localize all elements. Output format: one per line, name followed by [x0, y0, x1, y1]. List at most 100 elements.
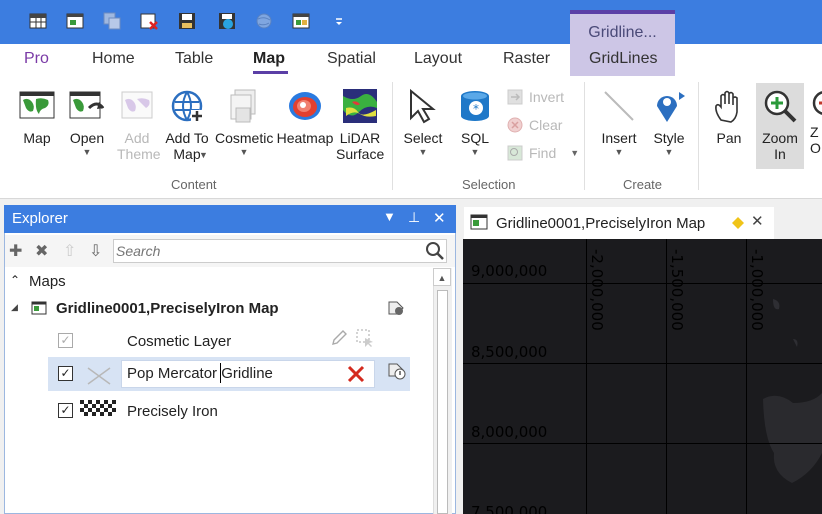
sql-button[interactable]: * SQL ▼: [454, 88, 496, 157]
save-icon[interactable]: [176, 10, 198, 32]
close-table-icon[interactable]: [138, 10, 160, 32]
clear-button[interactable]: Clear: [507, 117, 562, 133]
cosmetic-button[interactable]: Cosmetic ▼: [215, 88, 273, 157]
heatmap-icon: [289, 92, 321, 120]
move-down-icon[interactable]: ⇩: [89, 241, 102, 261]
add-layer-icon[interactable]: ✚: [9, 241, 22, 261]
table-copy-icon[interactable]: [101, 10, 123, 32]
zoom-out-button-partial[interactable]: Z O: [810, 88, 822, 156]
close-panel-icon[interactable]: ✕: [433, 209, 446, 227]
clear-selection-icon: [507, 117, 523, 133]
maps-collapse-icon[interactable]: ⌃: [10, 273, 20, 287]
map-tab-title: Gridline0001,PreciselyIron Map: [496, 215, 706, 232]
close-tab-icon[interactable]: ✕: [751, 212, 764, 230]
remove-layer-icon[interactable]: ✖: [35, 241, 48, 261]
svg-text:*: *: [473, 102, 479, 116]
select-button[interactable]: Select ▼: [402, 88, 444, 157]
cosmetic-layer-checkbox[interactable]: ✓: [58, 333, 73, 348]
map-properties-icon[interactable]: [386, 298, 406, 318]
invert-button[interactable]: Invert: [507, 89, 564, 105]
layout-print-icon[interactable]: [290, 10, 312, 32]
x-grid-label: -1,000,000: [748, 249, 766, 331]
gridline-vertical: [586, 239, 587, 514]
zoom-in-button[interactable]: Zoom In: [757, 88, 803, 162]
map-tab-icon: [470, 214, 488, 230]
window-layout-icon[interactable]: [64, 10, 86, 32]
tab-gridlines[interactable]: GridLines: [589, 50, 657, 68]
pan-button[interactable]: Pan: [708, 88, 750, 146]
add-theme-icon: [121, 91, 153, 119]
gridline-horizontal: [463, 363, 822, 364]
gridline-layer-name[interactable]: Pop Mercator Gridline: [127, 365, 273, 382]
zoom-out-icon: [812, 91, 822, 115]
scrollbar-thumb[interactable]: [437, 290, 448, 514]
select-dropdown-caret: ▼: [418, 147, 428, 157]
customize-menu-icon[interactable]: [328, 10, 350, 32]
x-grid-label: -2,000,000: [588, 249, 606, 331]
tab-map[interactable]: Map: [253, 50, 285, 68]
add-theme-button[interactable]: Add Theme: [112, 88, 162, 162]
map-canvas[interactable]: 9,000,000 8,500,000 8,000,000 7,500,000 …: [463, 239, 822, 514]
gridline-vertical: [666, 239, 667, 514]
lidar-surface-icon: [343, 89, 377, 123]
pin-icon[interactable]: ⊥: [408, 209, 420, 226]
move-up-icon[interactable]: ⇧: [63, 241, 76, 261]
content-group-label: Content: [171, 177, 217, 192]
selectable-layer-icon[interactable]: [355, 328, 375, 348]
x-grid-label: -1,500,000: [668, 249, 686, 331]
map-button[interactable]: Map: [16, 88, 58, 146]
heatmap-button[interactable]: Heatmap: [276, 88, 334, 146]
search-input[interactable]: [116, 243, 416, 259]
panel-menu-icon[interactable]: ▼: [383, 209, 396, 224]
cancel-rename-icon[interactable]: [346, 364, 366, 384]
save-workspace-icon[interactable]: [216, 10, 238, 32]
gridline-vertical: [746, 239, 747, 514]
tab-home[interactable]: Home: [92, 50, 135, 68]
pan-hand-icon: [715, 90, 738, 123]
lidar-surface-button[interactable]: LiDAR Surface: [334, 88, 386, 162]
tab-layout[interactable]: Layout: [414, 50, 462, 68]
add-to-map-button[interactable]: Add To Map ▼: [163, 88, 211, 162]
tab-table[interactable]: Table: [175, 50, 213, 68]
world-map-icon: [19, 91, 55, 119]
ribbon-separator: [698, 82, 699, 190]
tab-spatial[interactable]: Spatial: [327, 50, 376, 68]
map-name[interactable]: Gridline0001,PreciselyIron Map: [56, 300, 279, 317]
tab-pro[interactable]: Pro: [24, 50, 49, 68]
table-grid-icon[interactable]: [27, 10, 49, 32]
layer-properties-icon[interactable]: [386, 360, 408, 382]
edit-pencil-icon[interactable]: [330, 329, 348, 347]
cosmetic-layer-name[interactable]: Cosmetic Layer: [127, 333, 231, 350]
insert-dropdown-caret: ▼: [614, 147, 624, 157]
quick-access-toolbar: [0, 0, 822, 44]
ribbon-separator: [392, 82, 393, 190]
y-grid-label: 7,500,000: [471, 503, 548, 514]
open-dropdown-caret: ▼: [82, 147, 92, 157]
explorer-title: Explorer: [12, 210, 68, 227]
context-band-accent: [570, 10, 675, 14]
y-grid-label: 8,000,000: [471, 423, 548, 441]
precisely-iron-name[interactable]: Precisely Iron: [127, 403, 218, 420]
globe-icon[interactable]: [253, 10, 275, 32]
open-button[interactable]: Open ▼: [66, 88, 108, 157]
zoom-in-icon: [764, 90, 797, 123]
tab-raster[interactable]: Raster: [503, 50, 550, 68]
y-grid-label: 9,000,000: [471, 262, 548, 280]
style-dropdown-caret: ▼: [664, 147, 674, 157]
search-icon[interactable]: [425, 241, 445, 261]
create-group-label: Create: [623, 177, 663, 192]
add-to-map-icon: [171, 90, 203, 122]
precisely-iron-checkbox[interactable]: ✓: [58, 403, 73, 418]
selection-group-label: Selection: [462, 177, 516, 192]
style-button[interactable]: Style ▼: [648, 88, 690, 157]
gridline-layer-checkbox[interactable]: ✓: [58, 366, 73, 381]
style-pin-icon: [657, 92, 685, 122]
map-window-icon: [31, 301, 47, 315]
insert-button[interactable]: Insert ▼: [597, 88, 641, 157]
map-expand-arrow-icon[interactable]: ◢: [11, 302, 18, 313]
active-tab-indicator: [253, 71, 288, 74]
landmass-shape: [763, 299, 822, 483]
scroll-up-arrow-icon[interactable]: ▲: [433, 268, 451, 286]
find-button[interactable]: Find ▼: [507, 145, 579, 161]
find-icon: [507, 145, 523, 161]
